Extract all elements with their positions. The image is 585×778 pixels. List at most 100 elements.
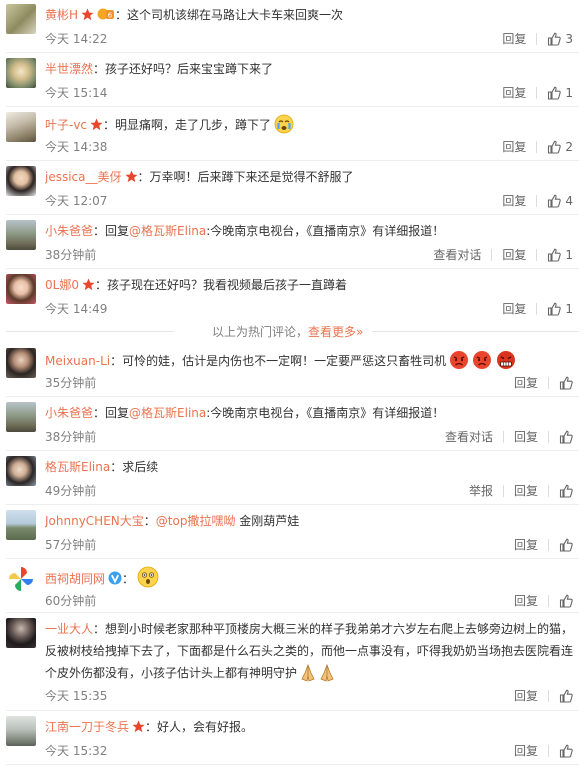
- comment-text: 可怜的娃，估计是内伤也不一定啊！一定要严惩这只畜牲司机: [122, 354, 447, 368]
- username[interactable]: 小朱爸爸: [45, 406, 93, 420]
- divider: [548, 431, 549, 443]
- avatar[interactable]: [6, 348, 36, 378]
- like-button[interactable]: 3: [547, 30, 573, 48]
- username[interactable]: 一业大人: [45, 622, 93, 636]
- comment-time: 今天 15:32: [45, 744, 108, 758]
- like-button[interactable]: 1: [547, 246, 573, 264]
- pinwheel-logo-icon: [9, 567, 33, 591]
- username[interactable]: 西祠胡同网: [45, 572, 105, 586]
- comment-item: 小朱爸爸：回复@格瓦斯Elina:今晚南京电视台，《直播南京》有详细报道！ 38…: [0, 216, 585, 268]
- hot-comments-divider: 以上为热门评论，查看更多»: [0, 320, 585, 342]
- comment-line: 小朱爸爸：回复@格瓦斯Elina:今晚南京电视台，《直播南京》有详细报道！: [45, 222, 577, 240]
- reply-button[interactable]: 回复: [514, 536, 538, 554]
- avatar[interactable]: [6, 220, 36, 250]
- username[interactable]: 黄彬H: [45, 8, 78, 22]
- divider: [536, 141, 538, 153]
- divider: [6, 558, 579, 559]
- username[interactable]: JohnnyCHEN大宝: [45, 514, 144, 528]
- avatar[interactable]: [6, 58, 36, 88]
- like-button[interactable]: 4: [547, 192, 573, 210]
- reply-button[interactable]: 回复: [514, 742, 538, 760]
- report-button[interactable]: 举报: [469, 482, 493, 500]
- username[interactable]: Meixuan-Li: [45, 354, 110, 368]
- star-icon: [90, 118, 103, 136]
- comment-item: JohnnyCHEN大宝：@top撒拉嘿呦 金刚葫芦娃 57分钟前 回复: [0, 506, 585, 558]
- avatar[interactable]: [6, 564, 36, 594]
- reply-button[interactable]: 回复: [514, 592, 538, 610]
- like-button[interactable]: 1: [547, 300, 573, 318]
- thumb-up-icon: [548, 302, 562, 316]
- username[interactable]: 格瓦斯Elina: [45, 460, 110, 474]
- reply-button[interactable]: 回复: [502, 84, 526, 102]
- thumb-up-icon: [559, 430, 573, 444]
- reply-button[interactable]: 回复: [514, 687, 538, 705]
- like-count: 3: [565, 32, 573, 46]
- comment-actions: 回复 2: [494, 138, 573, 156]
- comment-line: JohnnyCHEN大宝：@top撒拉嘿呦 金刚葫芦娃: [45, 512, 577, 530]
- avatar[interactable]: [6, 112, 36, 142]
- comment-line: 黄彬H 6 ：这个司机该绑在马路让大卡车来回爽一次: [45, 6, 577, 26]
- reply-button[interactable]: 回复: [514, 374, 538, 392]
- comment-prefix: ：: [93, 622, 106, 636]
- mention-link[interactable]: @格瓦斯Elina: [129, 224, 206, 238]
- comment-item: Meixuan-Li：可怜的娃，估计是内伤也不一定啊！一定要严惩这只畜牲司机 3…: [0, 344, 585, 396]
- username[interactable]: 叶子-vc: [45, 118, 87, 132]
- like-button[interactable]: [559, 430, 573, 444]
- view-more-link[interactable]: 查看更多»: [308, 325, 363, 339]
- comment-time: 57分钟前: [45, 538, 97, 552]
- comment-actions: 回复 1: [494, 300, 573, 318]
- username[interactable]: 江南一刀于冬兵: [45, 720, 129, 734]
- username[interactable]: 半世漂然: [45, 62, 93, 76]
- comment-line: 0L娜0 ：孩子现在还好吗？我看视频最后孩子一直蹲着: [45, 276, 577, 296]
- username[interactable]: 0L娜0: [45, 278, 79, 292]
- comment-actions: 回复: [506, 374, 573, 392]
- divider: [6, 504, 579, 505]
- comment-line: 西祠胡同网 ：: [45, 566, 577, 593]
- view-conversation-button[interactable]: 查看对话: [433, 246, 481, 264]
- reply-button[interactable]: 回复: [502, 300, 526, 318]
- avatar[interactable]: [6, 618, 36, 648]
- comment-item: 格瓦斯Elina：求后续 49分钟前 举报 回复: [0, 452, 585, 504]
- divider: [6, 214, 579, 215]
- star-icon: [132, 720, 145, 738]
- mention-link[interactable]: @top撒拉嘿呦: [156, 514, 236, 528]
- reply-button[interactable]: 回复: [514, 428, 538, 446]
- comment-line: jessica__美伢 ：万幸啊！后来蹲下来还是觉得不舒服了: [45, 168, 577, 188]
- reply-button[interactable]: 回复: [502, 138, 526, 156]
- username[interactable]: jessica__美伢: [45, 170, 122, 184]
- like-button[interactable]: [559, 538, 573, 552]
- avatar[interactable]: [6, 166, 36, 196]
- like-button[interactable]: [559, 594, 573, 608]
- comment-item: 西祠胡同网 ： 60分钟前 回复: [0, 560, 585, 612]
- view-conversation-button[interactable]: 查看对话: [445, 428, 493, 446]
- comment-item: 江南一刀于冬兵 ：好人，会有好报。 今天 15:32 回复: [0, 712, 585, 764]
- like-button[interactable]: 2: [547, 138, 573, 156]
- like-button[interactable]: [559, 376, 573, 390]
- username[interactable]: 小朱爸爸: [45, 224, 93, 238]
- comment-text: :今晚南京电视台，《直播南京》有详细报道！: [206, 224, 445, 238]
- comment-item: 叶子-vc ：明显痛啊，走了几步，蹲下了 今天 14:38 回复 2: [0, 108, 585, 160]
- comment-prefix: ：: [103, 118, 116, 132]
- comment-prefix: ：: [93, 62, 106, 76]
- comment-actions: 查看对话 回复 1: [425, 246, 573, 264]
- mention-link[interactable]: @格瓦斯Elina: [129, 406, 206, 420]
- reply-button[interactable]: 回复: [502, 30, 526, 48]
- divider: [548, 539, 549, 551]
- avatar[interactable]: [6, 274, 36, 304]
- avatar[interactable]: [6, 510, 36, 540]
- reply-button[interactable]: 回复: [514, 482, 538, 500]
- avatar[interactable]: [6, 402, 36, 432]
- thumb-up-icon: [559, 484, 573, 498]
- avatar[interactable]: [6, 4, 36, 34]
- avatar[interactable]: [6, 456, 36, 486]
- like-button[interactable]: [559, 689, 573, 703]
- reply-button[interactable]: 回复: [502, 192, 526, 210]
- avatar[interactable]: [6, 716, 36, 746]
- reply-button[interactable]: 回复: [502, 246, 526, 264]
- comment-line: 叶子-vc ：明显痛啊，走了几步，蹲下了: [45, 114, 577, 139]
- thumb-up-icon: [559, 744, 573, 758]
- like-button[interactable]: [559, 744, 573, 758]
- like-button[interactable]: 1: [547, 84, 573, 102]
- star-icon: [81, 8, 94, 26]
- like-button[interactable]: [559, 484, 573, 498]
